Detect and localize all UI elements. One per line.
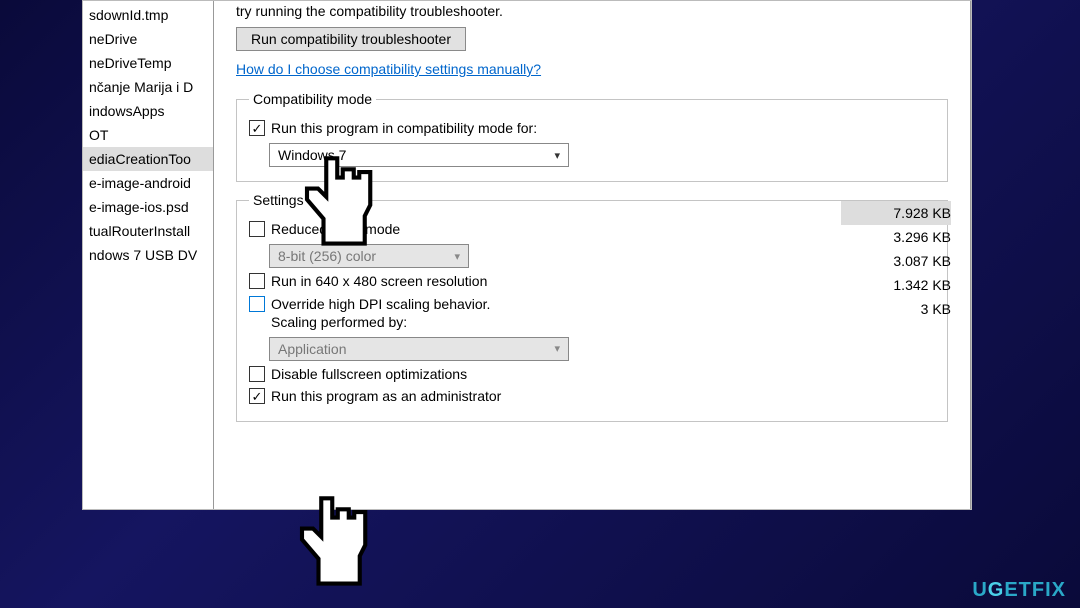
size-value: 3 KB (841, 297, 951, 321)
compat-os-select[interactable]: Windows 7 ▾ (269, 143, 569, 167)
run-as-admin-checkbox[interactable]: ✓ (249, 388, 265, 404)
file-size-column: 7.928 KB 3.296 KB 3.087 KB 1.342 KB 3 KB (841, 201, 971, 321)
file-item[interactable]: neDrive (83, 27, 213, 51)
hint-text: try running the compatibility troublesho… (236, 3, 948, 19)
file-item[interactable]: neDriveTemp (83, 51, 213, 75)
dpi-scaling-value: Application (278, 341, 347, 357)
color-mode-select: 8-bit (256) color ▾ (269, 244, 469, 268)
resolution-label: Run in 640 x 480 screen resolution (271, 272, 487, 290)
explorer-properties-window: sdownId.tmp neDrive neDriveTemp nčanje M… (82, 0, 972, 510)
file-list: sdownId.tmp neDrive neDriveTemp nčanje M… (83, 1, 213, 509)
run-as-admin-label: Run this program as an administrator (271, 387, 501, 405)
fullscreen-opt-label: Disable fullscreen optimizations (271, 365, 467, 383)
file-item[interactable]: ndows 7 USB DV (83, 243, 213, 267)
file-item[interactable]: indowsApps (83, 99, 213, 123)
file-item[interactable]: e-image-ios.psd (83, 195, 213, 219)
group-legend: Compatibility mode (249, 91, 376, 107)
compat-os-value: Windows 7 (278, 147, 346, 163)
chevron-down-icon: ▾ (454, 250, 460, 263)
dpi-scaling-select: Application ▾ (269, 337, 569, 361)
chevron-down-icon: ▾ (554, 342, 560, 355)
reduced-color-checkbox[interactable] (249, 221, 265, 237)
file-item-selected[interactable]: ediaCreationToo (83, 147, 213, 171)
color-mode-value: 8-bit (256) color (278, 248, 376, 264)
compatibility-mode-group: Compatibility mode ✓ Run this program in… (236, 91, 948, 182)
dpi-override-checkbox[interactable] (249, 296, 265, 312)
fullscreen-opt-checkbox[interactable] (249, 366, 265, 382)
size-value: 3.087 KB (841, 249, 951, 273)
compat-mode-label: Run this program in compatibility mode f… (271, 119, 537, 137)
compat-mode-checkbox[interactable]: ✓ (249, 120, 265, 136)
run-troubleshooter-button[interactable]: Run compatibility troubleshooter (236, 27, 466, 51)
chevron-down-icon: ▾ (554, 149, 560, 162)
size-value: 7.928 KB (841, 201, 951, 225)
group-legend: Settings (249, 192, 308, 208)
resolution-checkbox[interactable] (249, 273, 265, 289)
size-value: 1.342 KB (841, 273, 951, 297)
file-item[interactable]: OT (83, 123, 213, 147)
file-item[interactable]: tualRouterInstall (83, 219, 213, 243)
size-value: 3.296 KB (841, 225, 951, 249)
file-item[interactable]: nčanje Marija i D (83, 75, 213, 99)
file-item[interactable]: sdownId.tmp (83, 3, 213, 27)
help-link[interactable]: How do I choose compatibility settings m… (236, 61, 541, 77)
file-item[interactable]: e-image-android (83, 171, 213, 195)
dpi-override-label: Override high DPI scaling behavior. Scal… (271, 295, 490, 331)
reduced-color-label: Reduced color mode (271, 220, 400, 238)
watermark: UGETFIX (972, 579, 1066, 602)
